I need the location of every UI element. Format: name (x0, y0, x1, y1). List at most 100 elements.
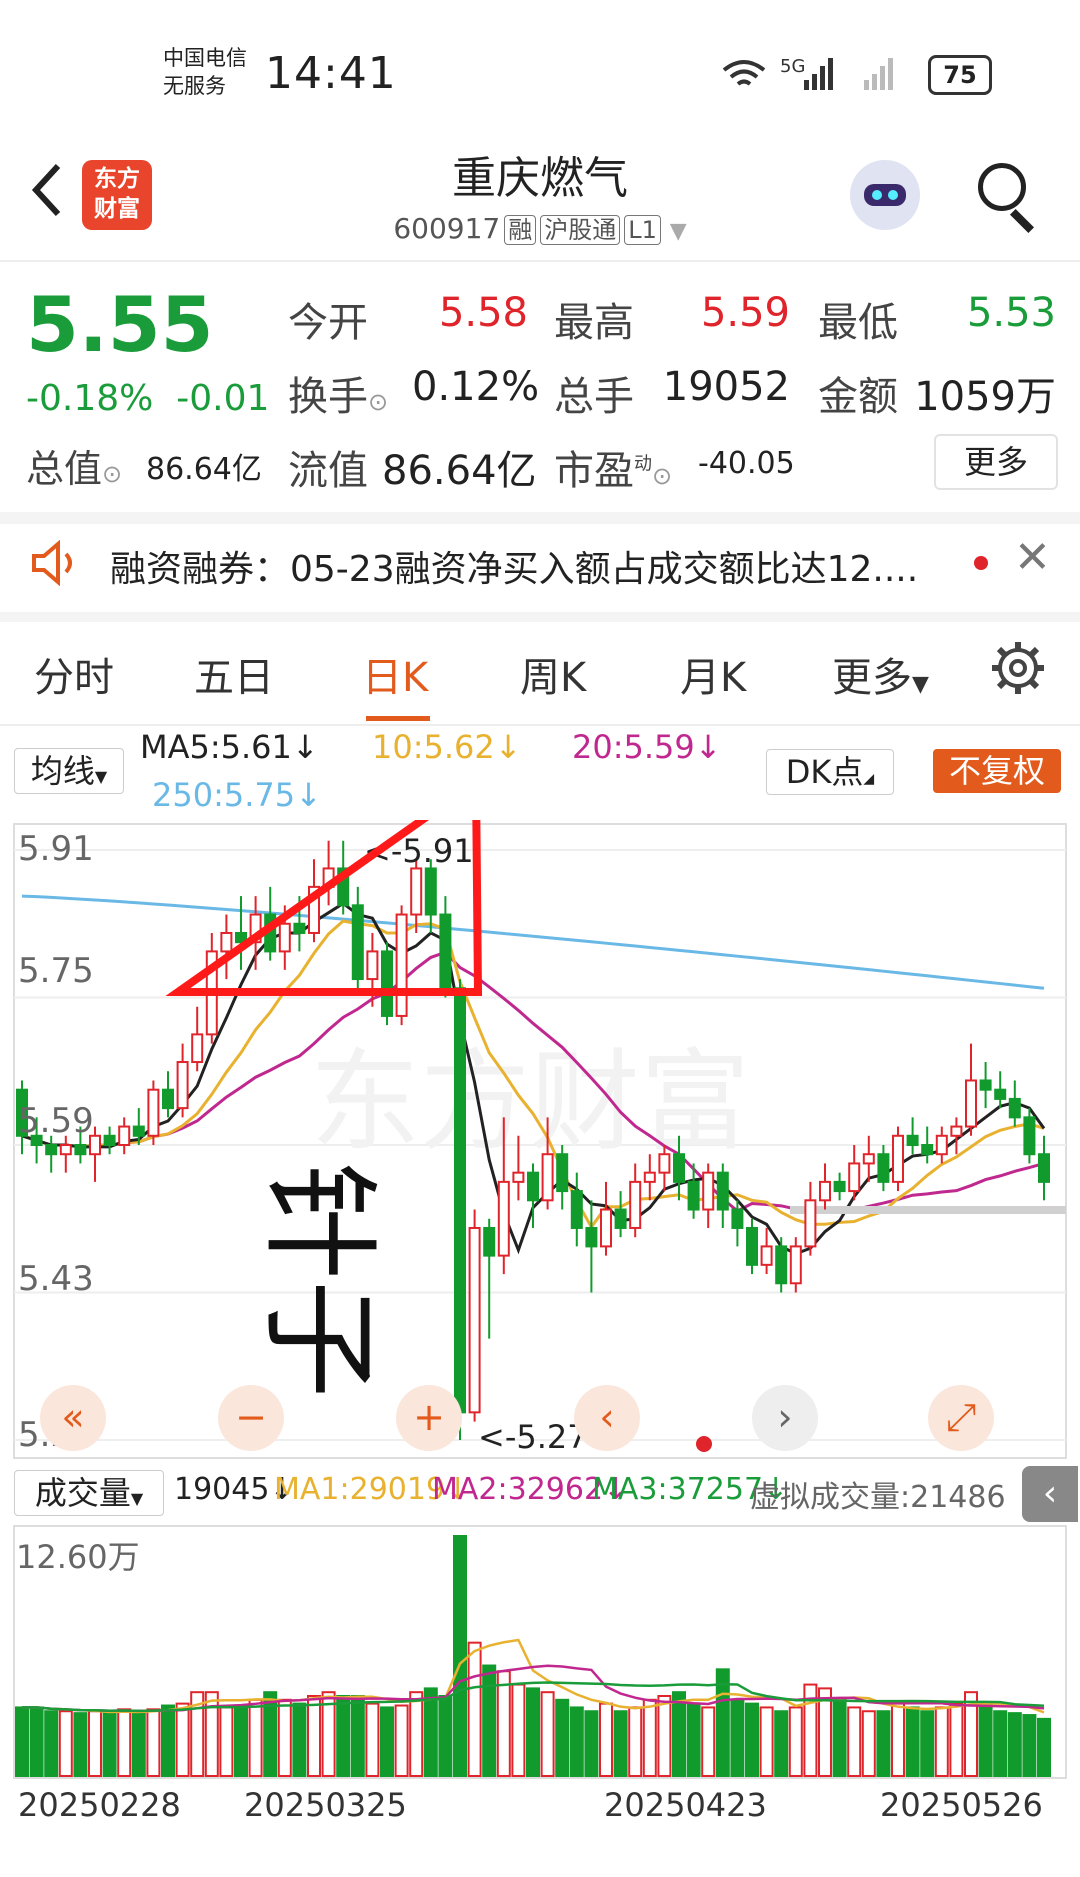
volume-bar (847, 1706, 862, 1777)
scroll-right-button[interactable]: › (752, 1385, 818, 1451)
ma-selector[interactable]: 均线▼ (14, 748, 124, 794)
candle-body (381, 950, 393, 1017)
volume-bar (540, 1691, 555, 1777)
candle-body (351, 904, 364, 981)
change-amount: -0.01 (176, 378, 270, 419)
candle-body (994, 1088, 1007, 1100)
candle-body (600, 1208, 612, 1248)
kline-chart[interactable]: 东方财富 5.91 5.75 5.59 5.43 5.27 <-5.91 <-5… (0, 820, 1080, 1460)
tab-more[interactable]: 更多▼ (832, 645, 929, 703)
date-tick-1: 20250228 (18, 1786, 181, 1824)
close-icon[interactable]: ✕ (1014, 532, 1051, 583)
candle-body (103, 1134, 116, 1146)
candle-body (293, 922, 306, 934)
tag-margin: 融 (504, 215, 537, 245)
change-percent: -0.18% (26, 378, 154, 419)
dropdown-icon[interactable]: ▼ (670, 219, 687, 244)
tab-monthly-k[interactable]: 月K (680, 645, 746, 703)
candle-body (424, 867, 437, 916)
volume-bar (307, 1695, 321, 1777)
volume-bar (876, 1710, 891, 1777)
candle-body (541, 1153, 554, 1202)
zoom-in-button[interactable]: + (396, 1385, 462, 1451)
volume-chart[interactable]: 12.60万 (0, 1524, 1080, 1780)
price-change: -0.18% -0.01 (26, 378, 269, 419)
candle-body (1038, 1153, 1050, 1183)
scroll-left-button[interactable]: ‹ (574, 1385, 640, 1451)
candle-body (45, 1144, 58, 1156)
more-button[interactable]: 更多 (934, 434, 1058, 490)
candle-body (643, 1171, 656, 1183)
volume-bar (861, 1710, 876, 1777)
tab-weekly-k[interactable]: 周K (520, 645, 586, 703)
dk-point-button[interactable]: DK点◢ (766, 749, 894, 795)
volume-bar (628, 1706, 643, 1777)
volume-bar (15, 1706, 29, 1777)
price-tick-2: 5.75 (18, 951, 94, 991)
price-tick-4: 5.43 (18, 1259, 94, 1299)
pe-label: 市盈动⊙ (554, 448, 673, 494)
candle-body (191, 1033, 204, 1064)
virtual-volume: 虚拟成交量:21486 (750, 1480, 1006, 1515)
divider (0, 724, 1080, 726)
candle-body (59, 1144, 72, 1156)
amount-value: 1059万 (914, 374, 1056, 420)
mktcap-value: 86.64亿 (146, 452, 262, 487)
low-marker: <-5.27 (478, 1418, 588, 1456)
settings-gear-icon[interactable] (990, 640, 1046, 696)
candle-body (585, 1226, 598, 1248)
float-value: 86.64亿 (382, 448, 537, 494)
candle-body (819, 1180, 831, 1202)
volume-bar (175, 1702, 190, 1777)
candle-body (176, 1061, 189, 1110)
tab-intraday[interactable]: 分时 (34, 645, 114, 703)
volume-value: 19052 (662, 364, 790, 410)
candle-body (527, 1171, 539, 1202)
speaker-icon (30, 539, 82, 596)
service-status: 无服务 (163, 74, 226, 98)
scroll-left-fast-button[interactable]: « (40, 1385, 106, 1451)
tab-daily-k[interactable]: 日K (362, 645, 428, 703)
candle-body (1008, 1097, 1021, 1119)
notice-text[interactable]: 融资融券：05-23融资净买入额占成交额比达12.... (110, 540, 918, 592)
volume-bar (788, 1706, 803, 1777)
volume-bar (44, 1710, 59, 1777)
volume-bar (482, 1664, 497, 1777)
candle-body (862, 1153, 875, 1165)
volume-selector[interactable]: 成交量▼ (14, 1470, 164, 1516)
collapse-panel-button[interactable]: ‹ (1022, 1466, 1078, 1522)
status-time: 14:41 (265, 48, 397, 99)
candle-body (921, 1144, 934, 1156)
volume-bar (701, 1706, 716, 1777)
candle-body (278, 922, 291, 953)
candle-body (454, 987, 466, 1414)
candle-body (804, 1199, 817, 1248)
candle-body (789, 1245, 802, 1285)
volume-bar (496, 1670, 511, 1777)
volume-bar (292, 1702, 307, 1777)
search-icon[interactable] (978, 163, 1026, 211)
volume-bar (599, 1702, 613, 1777)
volume-bar (613, 1710, 628, 1777)
volume-bar (248, 1698, 263, 1777)
tab-five-day[interactable]: 五日 (194, 645, 274, 703)
assistant-robot-icon[interactable] (850, 160, 920, 230)
volume-bar (234, 1704, 248, 1777)
candle-body (979, 1079, 992, 1091)
volume-bar (657, 1695, 672, 1777)
candle-body (147, 1088, 160, 1137)
volume-bar (891, 1702, 905, 1777)
zoom-out-button[interactable]: − (218, 1385, 284, 1451)
amount-label: 金额 (818, 374, 898, 420)
volume-bar (453, 1535, 467, 1777)
candle-body (848, 1162, 861, 1193)
no-adjust-button[interactable]: 不复权 (933, 749, 1061, 793)
current-price: 5.55 (26, 280, 214, 369)
watermark: 东方财富 (310, 1038, 750, 1166)
candle-body (220, 931, 233, 953)
candle-body (935, 1134, 948, 1156)
volume-bar (672, 1691, 686, 1777)
fullscreen-button[interactable]: ⤢ (928, 1385, 994, 1451)
volume-bar (905, 1706, 920, 1777)
candle-body (366, 950, 379, 981)
